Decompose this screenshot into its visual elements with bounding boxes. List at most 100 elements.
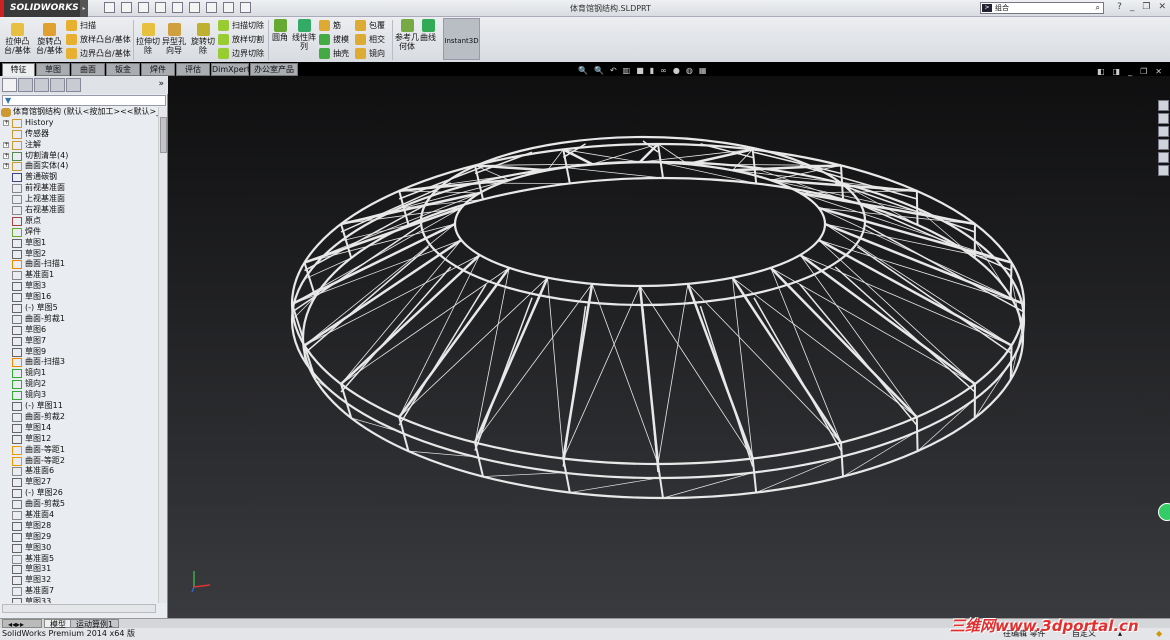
tab-3[interactable]: 钣金 bbox=[106, 63, 140, 76]
ribbon-button-3[interactable]: 异型孔 向导 bbox=[162, 23, 186, 55]
instant3d-button[interactable]: Instant3D bbox=[443, 18, 480, 60]
tab-2[interactable]: 曲面 bbox=[71, 63, 105, 76]
ribbon-button-7[interactable]: 参考几 何体 bbox=[395, 19, 419, 51]
tree-item[interactable]: 镜向3 bbox=[0, 390, 158, 401]
file-props-icon[interactable] bbox=[240, 2, 251, 13]
tree-item[interactable]: 草图9 bbox=[0, 347, 158, 358]
tab-1[interactable]: 草图 bbox=[36, 63, 70, 76]
tab-motion-study[interactable]: 运动算例1 bbox=[70, 619, 120, 629]
ribbon-small-button-6[interactable]: 筋 bbox=[319, 19, 341, 32]
resources-icon[interactable] bbox=[1158, 100, 1169, 111]
tree-item[interactable]: 焊件 bbox=[0, 227, 158, 238]
expand-icon[interactable]: + bbox=[3, 141, 9, 148]
tree-item[interactable]: 草图7 bbox=[0, 336, 158, 347]
tree-vertical-scrollbar[interactable] bbox=[158, 107, 167, 603]
tree-item[interactable]: 草图3 bbox=[0, 281, 158, 292]
tree-item[interactable]: 草图2 bbox=[0, 249, 158, 260]
tree-item[interactable]: 镜向2 bbox=[0, 379, 158, 390]
tree-item[interactable]: 前视基准面 bbox=[0, 183, 158, 194]
ribbon-small-button-8[interactable]: 抽壳 bbox=[319, 47, 349, 60]
view-settings-icon[interactable]: ▦ bbox=[699, 66, 707, 75]
print-icon[interactable] bbox=[155, 2, 166, 13]
ribbon-button-5[interactable]: 圆角 bbox=[272, 19, 288, 42]
ribbon-small-button-7[interactable]: 拔模 bbox=[319, 33, 349, 46]
ribbon-button-1[interactable]: 旋转凸 台/基体 bbox=[36, 23, 63, 55]
tree-item[interactable]: 草图12 bbox=[0, 434, 158, 445]
ribbon-button-8[interactable]: 曲线 bbox=[420, 19, 436, 42]
tab-0[interactable]: 特征 bbox=[2, 63, 35, 76]
property-manager-tab[interactable] bbox=[18, 78, 33, 92]
save-icon[interactable] bbox=[138, 2, 149, 13]
ribbon-small-button-9[interactable]: 包覆 bbox=[355, 19, 385, 32]
section-view-icon[interactable]: ▥ bbox=[623, 66, 631, 75]
file-explorer-icon[interactable] bbox=[1158, 126, 1169, 137]
tree-item[interactable]: 曲面-剪裁2 bbox=[0, 412, 158, 423]
ribbon-button-4[interactable]: 旋转切 除 bbox=[191, 23, 215, 55]
tree-item[interactable]: 曲面-剪裁5 bbox=[0, 499, 158, 510]
tree-item[interactable]: 基准面5 bbox=[0, 554, 158, 565]
ribbon-small-button-10[interactable]: 相交 bbox=[355, 33, 385, 46]
tree-item[interactable]: 曲面-等距2 bbox=[0, 456, 158, 467]
appearances-icon[interactable] bbox=[1158, 152, 1169, 163]
ribbon-button-6[interactable]: 线性阵 列 bbox=[292, 19, 316, 51]
tree-item[interactable]: (-) 草图11 bbox=[0, 401, 158, 412]
scroll-thumb[interactable] bbox=[160, 117, 167, 153]
search-icon[interactable]: ⌕ bbox=[1096, 3, 1100, 13]
tree-item[interactable]: 上视基准面 bbox=[0, 194, 158, 205]
tree-item[interactable]: 草图27 bbox=[0, 477, 158, 488]
tab-7[interactable]: 办公室产品 bbox=[250, 63, 298, 76]
open-icon[interactable] bbox=[121, 2, 132, 13]
tree-item[interactable]: + History bbox=[0, 118, 158, 129]
tree-item[interactable]: 曲面-等距1 bbox=[0, 445, 158, 456]
tree-horizontal-scrollbar[interactable] bbox=[2, 604, 156, 613]
tree-item[interactable]: 草图29 bbox=[0, 532, 158, 543]
filter-icon[interactable]: ▼ bbox=[2, 95, 166, 106]
tree-item[interactable]: + 曲面实体(4) bbox=[0, 161, 158, 172]
viewport-close-button[interactable]: ✕ bbox=[1155, 67, 1162, 76]
view-palette-icon[interactable] bbox=[1158, 139, 1169, 150]
hide-show-icon[interactable]: ∞ bbox=[660, 66, 667, 75]
feature-manager-tab[interactable] bbox=[2, 78, 17, 92]
restore-button[interactable]: ❐ bbox=[1142, 2, 1150, 12]
tree-item[interactable]: 基准面6 bbox=[0, 466, 158, 477]
tree-item[interactable]: 普通碳钢 bbox=[0, 172, 158, 183]
tree-item[interactable]: 草图30 bbox=[0, 543, 158, 554]
undo-icon[interactable] bbox=[172, 2, 183, 13]
tab-4[interactable]: 焊件 bbox=[141, 63, 175, 76]
tree-item[interactable]: + 切割清单(4) bbox=[0, 151, 158, 162]
tree-item[interactable]: 草图32 bbox=[0, 575, 158, 586]
tree-item[interactable]: 原点 bbox=[0, 216, 158, 227]
menu-expand-arrow[interactable]: ▸ bbox=[80, 0, 88, 17]
tree-item[interactable]: 曲面-扫描3 bbox=[0, 357, 158, 368]
split-view-icon[interactable]: ◨ bbox=[1113, 67, 1121, 76]
new-icon[interactable] bbox=[104, 2, 115, 13]
tree-item[interactable]: 基准面7 bbox=[0, 586, 158, 597]
tree-item[interactable]: 基准面4 bbox=[0, 510, 158, 521]
display-manager-tab[interactable] bbox=[66, 78, 81, 92]
dimxpert-manager-tab[interactable] bbox=[50, 78, 65, 92]
custom-properties-icon[interactable] bbox=[1158, 165, 1169, 176]
tree-item[interactable]: (-) 草图26 bbox=[0, 488, 158, 499]
zoom-area-icon[interactable]: 🔍 bbox=[594, 66, 604, 75]
expand-icon[interactable]: + bbox=[3, 119, 9, 126]
tab-5[interactable]: 评估 bbox=[176, 63, 210, 76]
tree-item[interactable]: 基准面1 bbox=[0, 270, 158, 281]
ribbon-small-button-5[interactable]: 边界切除 bbox=[218, 47, 264, 60]
close-button[interactable]: ✕ bbox=[1158, 2, 1166, 12]
tree-item[interactable]: (-) 草图5 bbox=[0, 303, 158, 314]
tree-item[interactable]: 草图28 bbox=[0, 521, 158, 532]
tree-item[interactable]: 草图6 bbox=[0, 325, 158, 336]
tree-item[interactable]: 草图33 bbox=[0, 597, 158, 603]
design-library-icon[interactable] bbox=[1158, 113, 1169, 124]
options-icon[interactable] bbox=[223, 2, 234, 13]
apply-scene-icon[interactable]: ◍ bbox=[686, 66, 693, 75]
tree-item[interactable]: 镜向1 bbox=[0, 368, 158, 379]
ribbon-small-button-4[interactable]: 放样切割 bbox=[218, 33, 264, 46]
tree-item[interactable]: 草图16 bbox=[0, 292, 158, 303]
expand-icon[interactable]: + bbox=[3, 163, 9, 170]
tree-item[interactable]: 草图31 bbox=[0, 564, 158, 575]
expand-panel-icon[interactable]: » bbox=[158, 79, 164, 89]
tree-item[interactable]: 右视基准面 bbox=[0, 205, 158, 216]
split-view-icon[interactable]: ◧ bbox=[1097, 67, 1105, 76]
edit-appearance-icon[interactable]: ● bbox=[673, 66, 680, 75]
